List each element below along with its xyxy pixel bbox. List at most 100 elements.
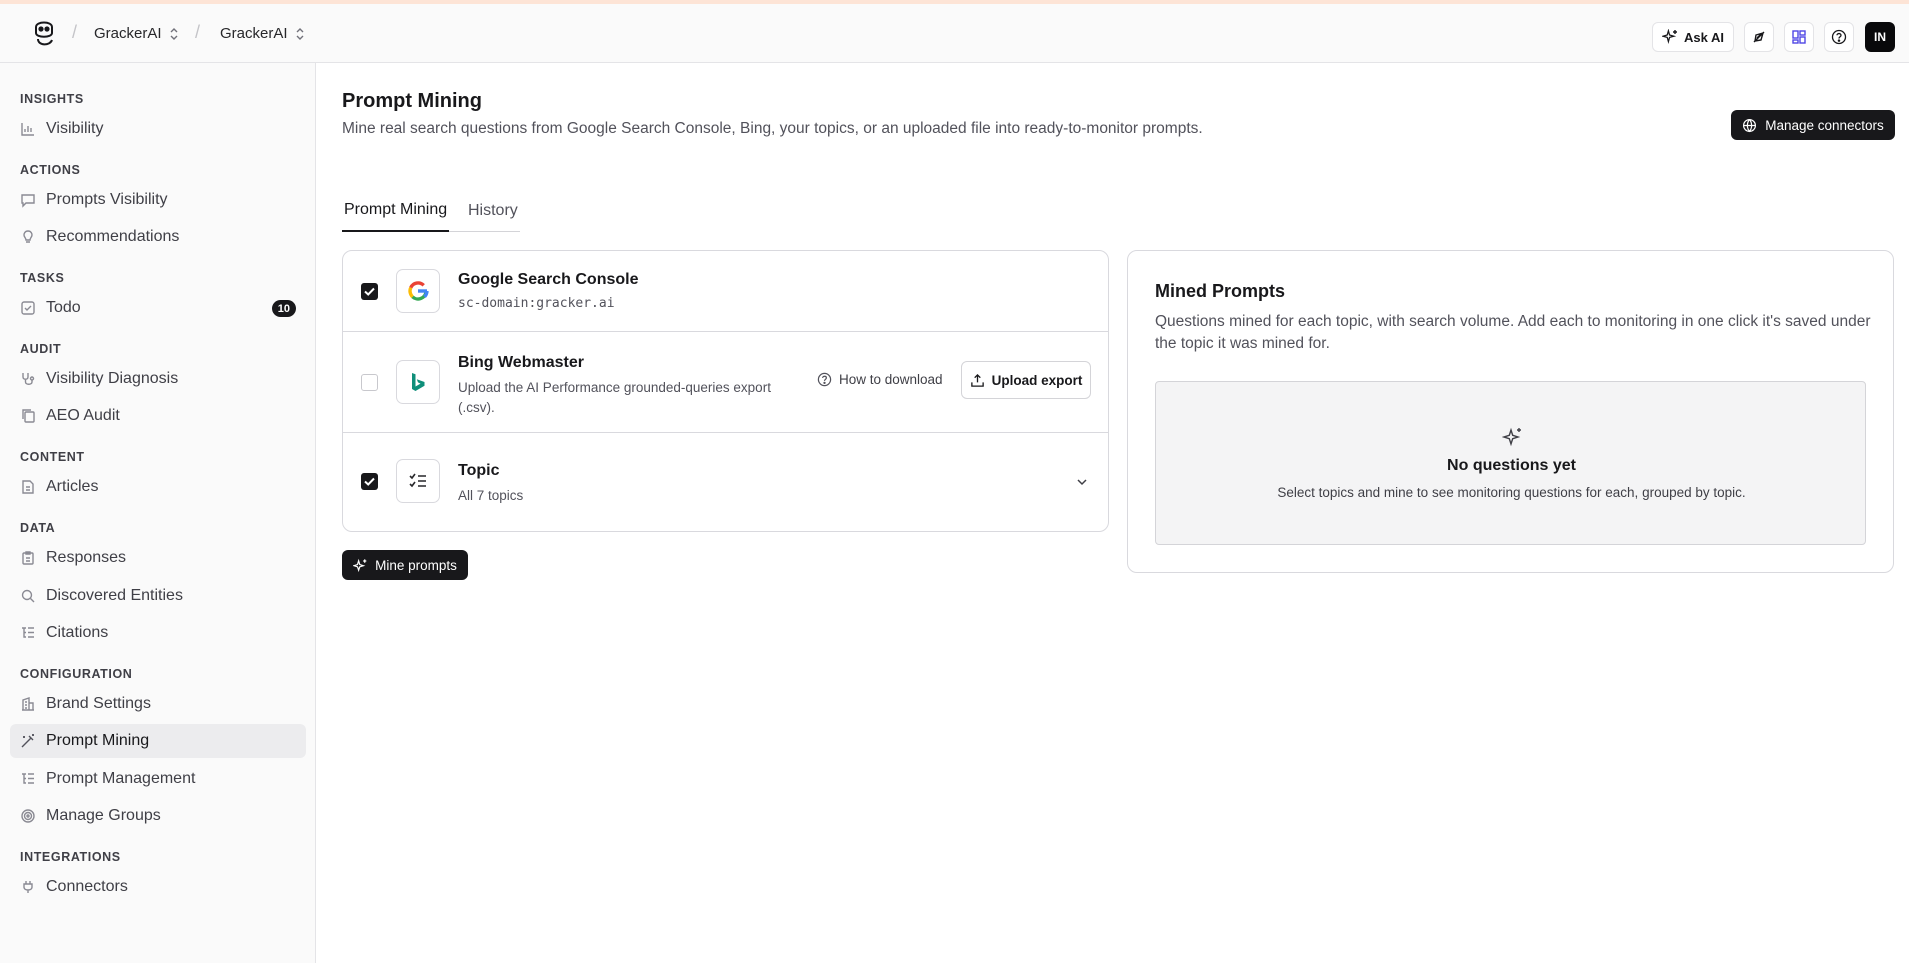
sidebar-item-label: Visibility Diagnosis [46,370,179,387]
top-bar: / GrackerAI / GrackerAI Ask AI IN [0,0,1909,63]
sidebar-item-discovered-entities[interactable]: Discovered Entities [10,579,306,613]
sidebar-item-citations[interactable]: Citations [10,616,306,650]
breadcrumb-separator: / [195,22,201,42]
check-icon [364,287,375,296]
how-to-download-link[interactable]: How to download [817,372,943,387]
page-subtitle: Mine real search questions from Google S… [342,120,1203,137]
check-icon [364,477,375,486]
sidebar-item-manage-groups[interactable]: Manage Groups [10,799,306,833]
mine-prompts-button[interactable]: Mine prompts [342,550,468,580]
upload-icon [970,373,984,387]
bing-logo-icon [396,360,440,404]
todo-count-badge: 10 [271,300,296,317]
sidebar-item-label: Manage Groups [46,807,161,824]
sidebar-item-recommendations[interactable]: Recommendations [10,220,306,254]
sidebar-item-prompt-mining[interactable]: Prompt Mining [10,724,306,758]
sidebar-item-label: Articles [46,478,99,495]
feather-icon-button[interactable] [1744,22,1774,52]
target-icon [20,808,36,824]
chevron-updown-icon [296,27,304,40]
upload-export-button[interactable]: Upload export [961,361,1091,399]
tab-bar: Prompt Mining History [342,190,520,232]
topic-checkbox[interactable] [361,473,378,490]
sidebar-item-label: Visibility [46,120,104,137]
file-text-icon [20,479,36,495]
section-title-integrations: INTEGRATIONS [20,850,121,864]
manage-connectors-label: Manage connectors [1765,117,1884,133]
search-icon [20,588,36,604]
sidebar-item-label: Prompt Mining [46,732,150,749]
user-avatar[interactable]: IN [1865,22,1895,52]
section-title-configuration: CONFIGURATION [20,667,133,681]
section-title-actions: ACTIONS [20,163,81,177]
breadcrumb-separator: / [72,22,78,42]
upload-export-label: Upload export [991,372,1083,388]
list-checks-icon [396,459,440,503]
stethoscope-icon [20,371,36,387]
help-button[interactable] [1824,22,1854,52]
source-row-bing-webmaster: Bing Webmaster Upload the AI Performance… [343,331,1108,432]
manage-connectors-button[interactable]: Manage connectors [1731,110,1895,140]
sidebar-item-label: Connectors [46,878,128,895]
google-logo-icon [396,269,440,313]
topic-count: All 7 topics [458,488,524,503]
tab-history[interactable]: History [468,190,518,232]
mined-prompts-description: Questions mined for each topic, with sea… [1155,313,1871,352]
gsc-checkbox[interactable] [361,283,378,300]
chevron-down-icon[interactable] [1074,474,1090,490]
bing-checkbox[interactable] [361,374,378,391]
gsc-name: Google Search Console [458,271,639,288]
project-name: GrackerAI [220,25,288,42]
list-tree-icon [20,625,36,641]
sidebar-item-label: Citations [46,624,109,641]
copy-icon [20,408,36,424]
section-title-tasks: TASKS [20,271,65,285]
mined-prompts-title: Mined Prompts [1155,281,1286,301]
clipboard-icon [20,550,36,566]
app-logo-icon[interactable] [30,18,58,50]
sidebar-item-label: Responses [46,549,127,566]
sidebar-item-aeo-audit[interactable]: AEO Audit [10,399,306,433]
sparkle-icon [1662,29,1677,44]
chevron-updown-icon [170,27,178,40]
sidebar-item-articles[interactable]: Articles [10,470,306,504]
sidebar-item-label: Prompts Visibility [46,191,168,208]
section-title-audit: AUDIT [20,342,62,356]
sidebar-item-prompts-visibility[interactable]: Prompts Visibility [10,183,306,217]
sidebar-item-label: Discovered Entities [46,587,183,604]
layout-grid-icon [1792,30,1806,44]
topic-name: Topic [458,462,500,479]
sidebar-item-brand-settings[interactable]: Brand Settings [10,687,306,721]
mined-prompts-card: Mined Prompts Questions mined for each t… [1127,250,1894,573]
dashboard-icon-button[interactable] [1784,22,1814,52]
sparkle-icon [353,558,367,572]
sources-card: Google Search Console sc-domain:gracker.… [342,250,1109,532]
bing-description: Upload the AI Performance grounded-queri… [458,380,771,415]
source-row-topic: Topic All 7 topics [343,432,1108,531]
project-switcher[interactable]: GrackerAI [220,25,306,42]
sidebar-item-todo[interactable]: Todo 10 [10,291,306,325]
sidebar-item-visibility-diagnosis[interactable]: Visibility Diagnosis [10,362,306,396]
sidebar-item-label: Todo [46,299,81,316]
lightbulb-icon [20,229,36,245]
mine-prompts-label: Mine prompts [375,557,457,573]
section-title-data: DATA [20,521,56,535]
message-square-icon [20,192,36,208]
sidebar-item-label: AEO Audit [46,407,120,424]
sidebar-item-visibility[interactable]: Visibility [10,112,306,146]
ask-ai-label: Ask AI [1684,29,1724,45]
org-switcher[interactable]: GrackerAI [94,25,180,42]
ask-ai-button[interactable]: Ask AI [1652,22,1734,52]
how-to-download-label: How to download [839,372,943,387]
sidebar-item-label: Brand Settings [46,695,151,712]
building-icon [20,696,36,712]
org-name: GrackerAI [94,25,162,42]
list-tree-icon [20,771,36,787]
sidebar-item-responses[interactable]: Responses [10,541,306,575]
sidebar-item-prompt-management[interactable]: Prompt Management [10,762,306,796]
source-row-google-search-console: Google Search Console sc-domain:gracker.… [343,251,1108,331]
bar-chart-icon [20,121,36,137]
empty-state-subtitle: Select topics and mine to see monitoring… [1277,485,1746,500]
tab-prompt-mining[interactable]: Prompt Mining [342,190,450,232]
sidebar-item-connectors[interactable]: Connectors [10,870,306,904]
